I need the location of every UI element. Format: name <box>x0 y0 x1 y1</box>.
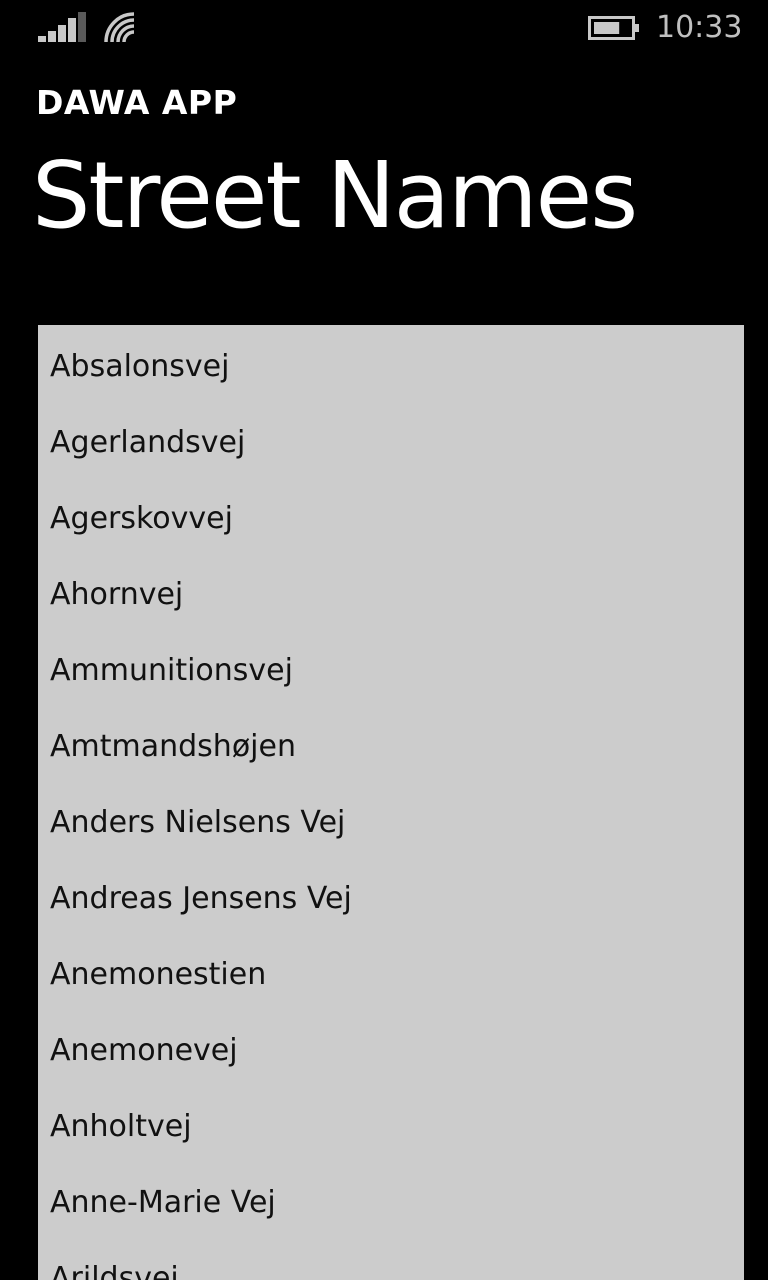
clock: 10:33 <box>656 10 743 45</box>
list-item[interactable]: Anders Nielsens Vej <box>50 803 345 843</box>
list-item[interactable]: Anholtvej <box>50 1107 192 1147</box>
street-names-list[interactable]: Absalonsvej Agerlandsvej Agerskovvej Aho… <box>38 325 744 1280</box>
list-item[interactable]: Anemonestien <box>50 955 266 995</box>
list-item[interactable]: Anne-Marie Vej <box>50 1183 276 1223</box>
list-item[interactable]: Ahornvej <box>50 575 183 615</box>
list-item[interactable]: Ammunitionsvej <box>50 651 293 691</box>
list-item[interactable]: Andreas Jensens Vej <box>50 879 352 919</box>
wifi-icon <box>104 12 135 43</box>
list-item[interactable]: Agerlandsvej <box>50 423 245 463</box>
battery-icon <box>588 16 639 40</box>
status-bar: 10:33 <box>0 0 768 56</box>
list-item[interactable]: Agerskovvej <box>50 499 233 539</box>
list-item[interactable]: Absalonsvej <box>50 347 229 387</box>
list-item[interactable]: Amtmandshøjen <box>50 727 296 767</box>
app-name: DAWA APP <box>36 83 238 122</box>
list-item[interactable]: Anemonevej <box>50 1031 238 1071</box>
page-title: Street Names <box>32 142 638 249</box>
list-item[interactable]: Arildsvej <box>50 1259 179 1280</box>
cellular-signal-icon <box>38 12 86 42</box>
